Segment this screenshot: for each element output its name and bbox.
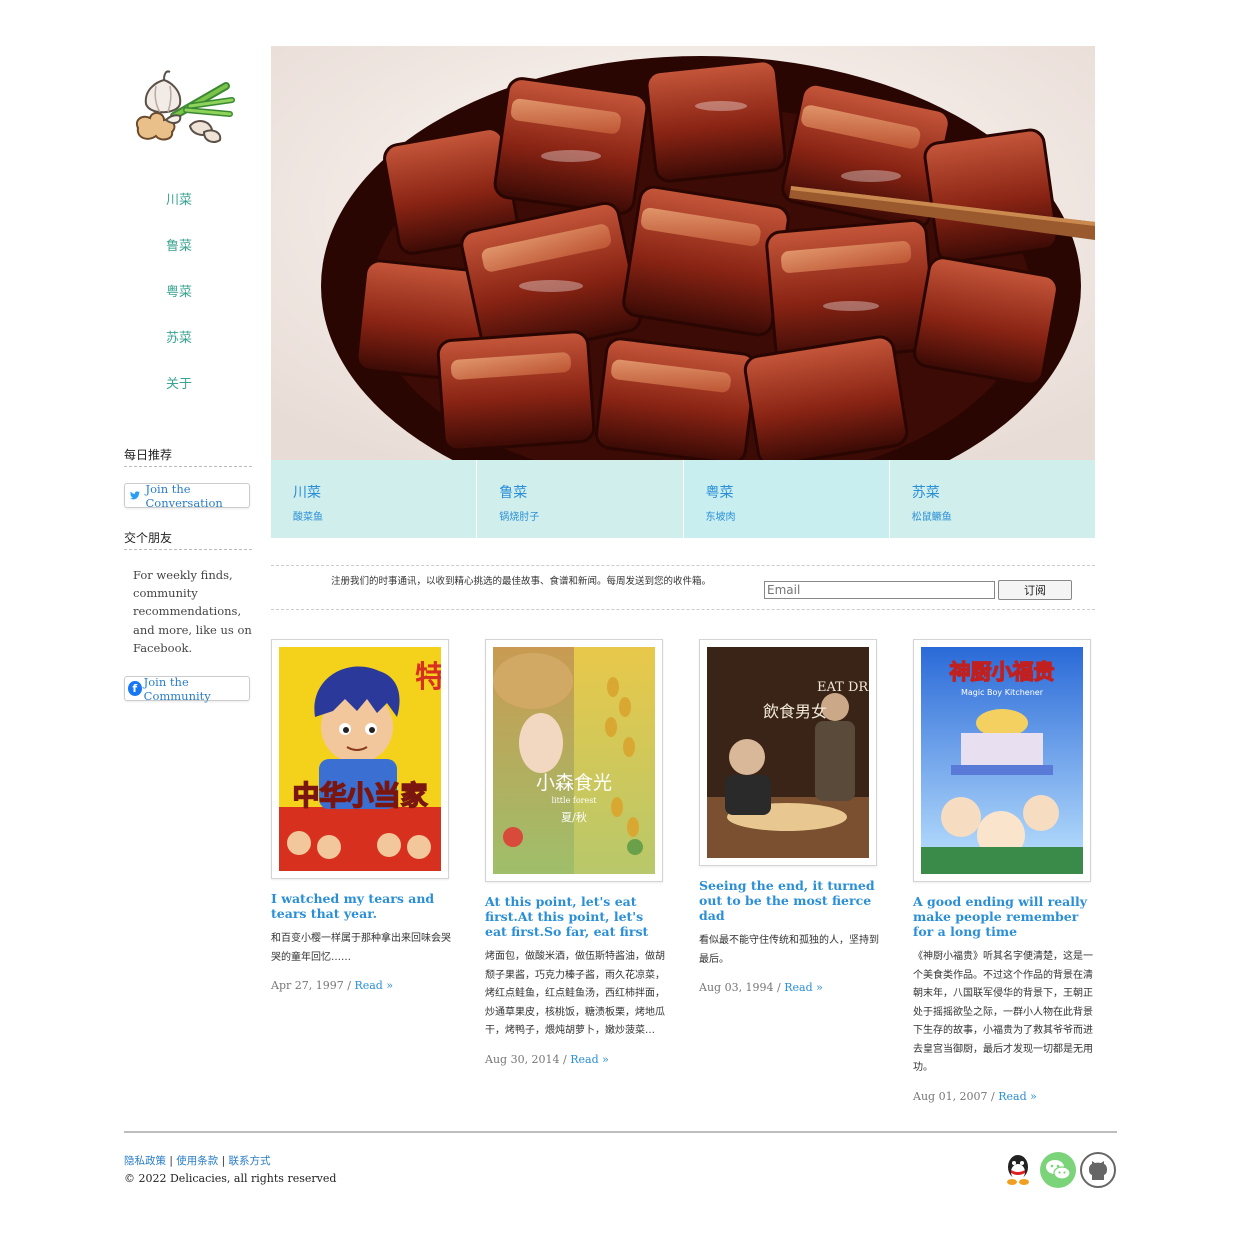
read-more-link[interactable]: Read » — [784, 981, 823, 994]
poster-image: 特 中华小当家 — [279, 647, 441, 871]
read-more-link[interactable]: Read » — [354, 979, 393, 992]
category-card-chuan[interactable]: 川菜 酸菜鱼 — [271, 460, 478, 538]
poster-title: 神厨小福贵 — [950, 660, 1055, 684]
facebook-join-button[interactable]: f Join the Community — [124, 674, 250, 703]
twitter-icon — [130, 489, 142, 503]
footer-separator: | — [169, 1155, 173, 1167]
poster-title: 中华小当家 — [293, 780, 428, 812]
post-poster[interactable]: 神厨小福贵 Magic Boy Kitchener — [913, 639, 1091, 882]
post-title[interactable]: A good ending will really make people re… — [913, 894, 1093, 939]
poster-subtitle: little forest — [551, 796, 597, 805]
category-title: 鲁菜 — [499, 485, 528, 501]
twitter-join-button[interactable]: Join the Conversation — [124, 481, 250, 510]
wechat-icon[interactable] — [1040, 1152, 1076, 1188]
post-date: Aug 01, 2007 — [913, 1089, 988, 1103]
twitter-join-label: Join the Conversation — [145, 481, 223, 510]
category-dish: 东坡肉 — [705, 512, 736, 523]
post-meta: Aug 03, 1994 / Read » — [699, 981, 823, 994]
facebook-blurb: For weekly finds, community recommendati… — [133, 568, 252, 655]
post-excerpt: 看似最不能守住传统和孤独的人，坚持到最后。 — [699, 935, 879, 965]
poster-title: EAT DRINK MAN WOMAN — [817, 680, 869, 695]
post-title[interactable]: I watched my tears and tears that year. — [271, 891, 451, 921]
subscribe-button[interactable]: 订阅 — [998, 580, 1072, 600]
read-more-link[interactable]: Read » — [570, 1053, 609, 1066]
post-card: 小森食光 little forest 夏/秋 At this point, le… — [485, 639, 665, 1066]
contact-link[interactable]: 联系方式 — [228, 1155, 270, 1167]
read-more-link[interactable]: Read » — [998, 1090, 1037, 1103]
github-icon[interactable] — [1080, 1152, 1116, 1188]
post-card: EAT DRINK MAN WOMAN 飲食男女 Seeing the end,… — [699, 639, 879, 994]
category-card-lu[interactable]: 鲁菜 锅烧肘子 — [477, 460, 684, 538]
post-poster[interactable]: EAT DRINK MAN WOMAN 飲食男女 — [699, 639, 877, 866]
poster-image: 神厨小福贵 Magic Boy Kitchener — [921, 647, 1083, 874]
post-meta: Apr 27, 1997 / Read » — [271, 979, 394, 992]
nav-item-su[interactable]: 苏菜 — [124, 316, 234, 362]
nav-item-about[interactable]: 关于 — [124, 362, 234, 408]
post-excerpt: 和百变小樱一样属于那种拿出来回味会哭哭的童年回忆…… — [271, 933, 451, 963]
post-date: Apr 27, 1997 — [271, 979, 344, 992]
post-meta: Aug 01, 2007 / Read » — [913, 1089, 1037, 1103]
post-card: 神厨小福贵 Magic Boy Kitchener A good ending … — [913, 639, 1093, 1103]
email-input[interactable] — [764, 581, 995, 599]
footer-divider — [124, 1131, 1117, 1133]
nav-item-chuan[interactable]: 川菜 — [124, 178, 234, 224]
poster-image: EAT DRINK MAN WOMAN 飲食男女 — [707, 647, 869, 858]
category-dish: 松鼠鳜鱼 — [911, 512, 952, 523]
poster-subtitle: Magic Boy Kitchener — [961, 688, 1044, 697]
main-nav: 川菜 鲁菜 粤菜 苏菜 关于 — [124, 178, 234, 408]
category-title: 粤菜 — [705, 485, 734, 501]
category-title: 川菜 — [293, 485, 321, 501]
copyright: © 2022 Delicacies, all rights reserved — [124, 1172, 337, 1185]
post-poster[interactable]: 特 中华小当家 — [271, 639, 449, 879]
post-excerpt: 烤面包，做酸米酒，做伍斯特酱油，做胡颓子果酱，巧克力榛子酱，雨久花凉菜，烤红点鲑… — [485, 951, 665, 1036]
newsletter-bar: 注册我们的时事通讯，以收到精心挑选的最佳故事、食谱和新闻。每周发送到您的收件箱。… — [271, 565, 1095, 610]
post-meta: Aug 30, 2014 / Read » — [485, 1052, 609, 1066]
poster-badge: 特 — [415, 660, 441, 695]
terms-link[interactable]: 使用条款 — [176, 1155, 218, 1167]
facebook-icon: f — [128, 681, 142, 696]
footer-separator: | — [221, 1155, 226, 1167]
post-poster[interactable]: 小森食光 little forest 夏/秋 — [485, 639, 663, 882]
friends-heading: 交个朋友 — [124, 529, 252, 550]
poster-season: 夏/秋 — [561, 810, 587, 824]
post-date: Aug 30, 2014 — [485, 1052, 560, 1066]
post-excerpt: 《神厨小福贵》听其名字便清楚，这是一个美食类作品。不过这个作品的背景在清朝末年，… — [913, 951, 1093, 1073]
newsletter-text: 注册我们的时事通讯，以收到精心挑选的最佳故事、食谱和新闻。每周发送到您的收件箱。 — [331, 576, 712, 587]
daily-recommend-heading: 每日推荐 — [124, 446, 252, 467]
post-title[interactable]: At this point, let's eat first.At this p… — [485, 894, 665, 939]
category-title: 苏菜 — [911, 485, 940, 501]
category-card-yue[interactable]: 粤菜 东坡肉 — [683, 460, 890, 538]
category-dish: 锅烧肘子 — [499, 512, 540, 523]
privacy-link[interactable]: 隐私政策 — [124, 1155, 166, 1167]
facebook-join-label: Join the Community — [143, 674, 211, 703]
category-card-su[interactable]: 苏菜 松鼠鳜鱼 — [889, 460, 1095, 538]
post-title[interactable]: Seeing the end, it turned out to be the … — [699, 878, 879, 923]
site-logo[interactable] — [130, 70, 238, 146]
qq-icon[interactable] — [1000, 1152, 1036, 1188]
nav-item-lu[interactable]: 鲁菜 — [124, 224, 234, 270]
poster-image: 小森食光 little forest 夏/秋 — [493, 647, 655, 874]
category-dish: 酸菜鱼 — [293, 512, 323, 523]
post-date: Aug 03, 1994 — [699, 981, 774, 994]
poster-cn-title: 飲食男女 — [763, 702, 827, 721]
poster-title: 小森食光 — [536, 772, 612, 794]
nav-item-yue[interactable]: 粤菜 — [124, 270, 234, 316]
hero-image — [271, 46, 1095, 460]
footer-links: 隐私政策 | 使用条款 | 联系方式 — [124, 1153, 270, 1168]
post-card: 特 中华小当家 I watched my tears and tears tha… — [271, 639, 451, 992]
category-strip: 川菜 酸菜鱼 鲁菜 锅烧肘子 粤菜 东坡肉 苏菜 松鼠鳜鱼 — [271, 460, 1095, 538]
